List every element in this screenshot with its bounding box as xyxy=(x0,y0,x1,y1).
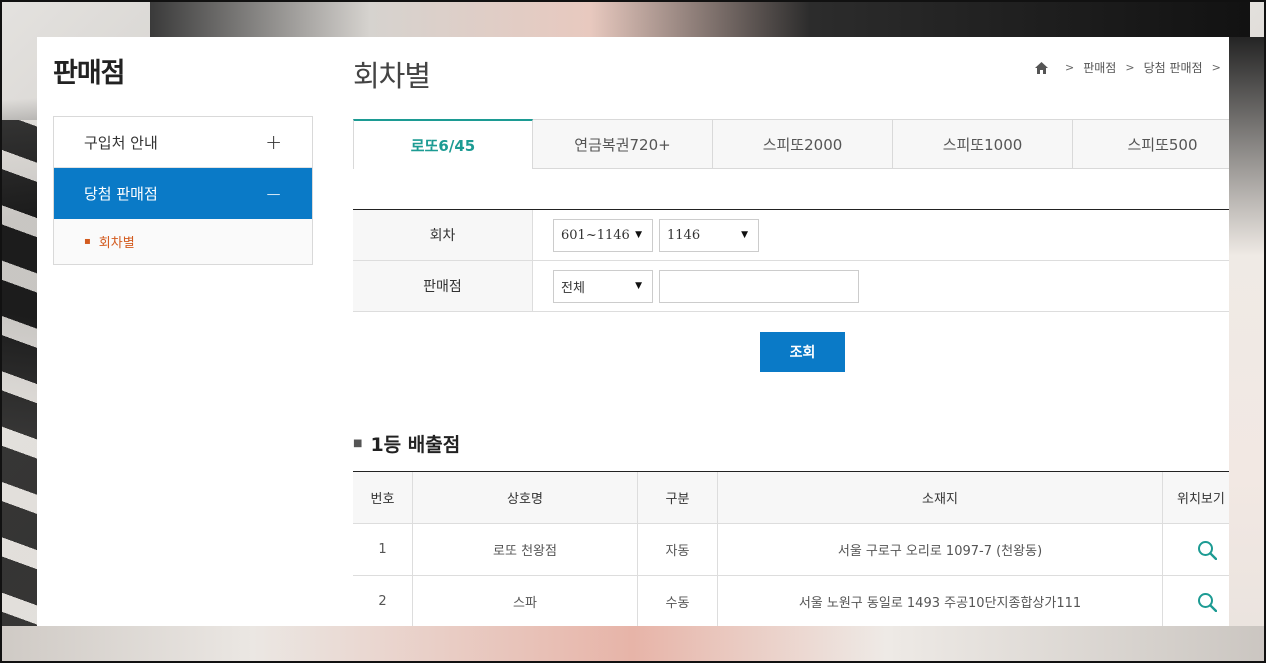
minus-icon: − xyxy=(265,181,282,206)
store-label: 판매점 xyxy=(353,261,533,311)
round-select[interactable]: 1146 ▼ xyxy=(659,218,759,252)
tab-speetto1000[interactable]: 스피또1000 xyxy=(893,119,1073,169)
breadcrumb: > 판매점 > 당첨 판매점 > 회 xyxy=(1035,59,1229,76)
store-scope-select[interactable]: 전체 ▼ xyxy=(553,269,653,303)
table-row: 2 스파 수동 서울 노원구 동일로 1493 주공10단지종합상가111 xyxy=(353,576,1229,626)
web-page-panel: 판매점 구입처 안내 + 당첨 판매점 − ▪ 회차별 회차별 > 판매점 > … xyxy=(37,37,1229,626)
map-search-icon[interactable] xyxy=(1197,540,1217,560)
sidebar-item-label: 구입처 안내 xyxy=(84,133,158,152)
breadcrumb-item[interactable]: 당첨 판매점 xyxy=(1144,59,1203,76)
cell-type: 자동 xyxy=(638,524,718,575)
background-decoration xyxy=(150,0,1250,37)
sidebar-subitem-label: 회차별 xyxy=(98,236,135,251)
column-header: 소재지 xyxy=(718,472,1163,523)
search-form: 회차 601~1146 ▼ 1146 ▼ 판매점 전체 ▼ xyxy=(353,209,1229,312)
sidebar-title: 판매점 xyxy=(53,58,126,89)
store-scope-value: 전체 xyxy=(561,280,585,296)
chevron-right-icon: > xyxy=(1125,61,1135,74)
table-row: 1 로또 천왕점 자동 서울 구로구 오리로 1097-7 (천왕동) xyxy=(353,524,1229,576)
bullet-icon: ▪ xyxy=(84,236,91,247)
background-decoration xyxy=(0,626,1266,663)
map-search-icon[interactable] xyxy=(1197,592,1217,612)
caret-down-icon: ▼ xyxy=(741,230,748,240)
bullet-icon: ■ xyxy=(353,438,363,449)
cell-address: 서울 노원구 동일로 1493 주공10단지종합상가111 xyxy=(718,576,1163,626)
chevron-right-icon: > xyxy=(1211,61,1221,74)
store-search-input[interactable] xyxy=(659,269,859,303)
tab-lotto645[interactable]: 로또6/45 xyxy=(353,119,533,169)
results-table: 번호 상호명 구분 소재지 위치보기 1 로또 천왕점 자동 서울 구로구 오리… xyxy=(353,471,1229,626)
column-header: 구분 xyxy=(638,472,718,523)
sidebar-item-winning-stores[interactable]: 당첨 판매점 − xyxy=(54,168,312,219)
breadcrumb-item[interactable]: 판매점 xyxy=(1083,59,1116,76)
caret-down-icon: ▼ xyxy=(635,281,642,291)
tab-speetto2000[interactable]: 스피또2000 xyxy=(713,119,893,169)
background-decoration xyxy=(1229,37,1266,663)
round-label: 회차 xyxy=(353,210,533,260)
sidebar-item-label: 당첨 판매점 xyxy=(84,185,158,203)
cell-type: 수동 xyxy=(638,576,718,626)
search-row-round: 회차 601~1146 ▼ 1146 ▼ xyxy=(353,210,1229,261)
search-button[interactable]: 조회 xyxy=(760,332,845,372)
section-title-text: 1등 배출점 xyxy=(370,434,461,456)
column-header: 위치보기 xyxy=(1177,492,1225,507)
tab-speetto500[interactable]: 스피또500 xyxy=(1073,119,1229,169)
cell-store-name: 로또 천왕점 xyxy=(413,524,638,575)
section-title: ■ 1등 배출점 xyxy=(353,430,460,457)
sidebar-item-purchase-guide[interactable]: 구입처 안내 + xyxy=(54,117,312,168)
cell-number: 1 xyxy=(353,524,413,575)
tab-pension720[interactable]: 연금복권720+ xyxy=(533,119,713,169)
search-row-store: 판매점 전체 ▼ xyxy=(353,261,1229,312)
background-decoration xyxy=(0,120,40,640)
page-title: 회차별 xyxy=(353,59,431,93)
lottery-tabs: 로또6/45 연금복권720+ 스피또2000 스피또1000 스피또500 xyxy=(353,119,1229,169)
sidebar-menu: 구입처 안내 + 당첨 판매점 − ▪ 회차별 xyxy=(53,116,313,265)
column-header: 번호 xyxy=(353,472,413,523)
chevron-right-icon: > xyxy=(1065,61,1075,74)
caret-down-icon: ▼ xyxy=(635,230,642,240)
plus-icon: + xyxy=(265,130,282,154)
cell-store-name: 스파 xyxy=(413,576,638,626)
round-range-value: 601~1146 xyxy=(561,227,630,243)
cell-number: 2 xyxy=(353,576,413,626)
table-header: 번호 상호명 구분 소재지 위치보기 xyxy=(353,472,1229,524)
column-header: 상호명 xyxy=(413,472,638,523)
home-icon[interactable] xyxy=(1035,61,1048,74)
round-value: 1146 xyxy=(667,227,701,243)
round-range-select[interactable]: 601~1146 ▼ xyxy=(553,218,653,252)
cell-address: 서울 구로구 오리로 1097-7 (천왕동) xyxy=(718,524,1163,575)
sidebar-subitem-by-round[interactable]: ▪ 회차별 xyxy=(54,219,312,264)
